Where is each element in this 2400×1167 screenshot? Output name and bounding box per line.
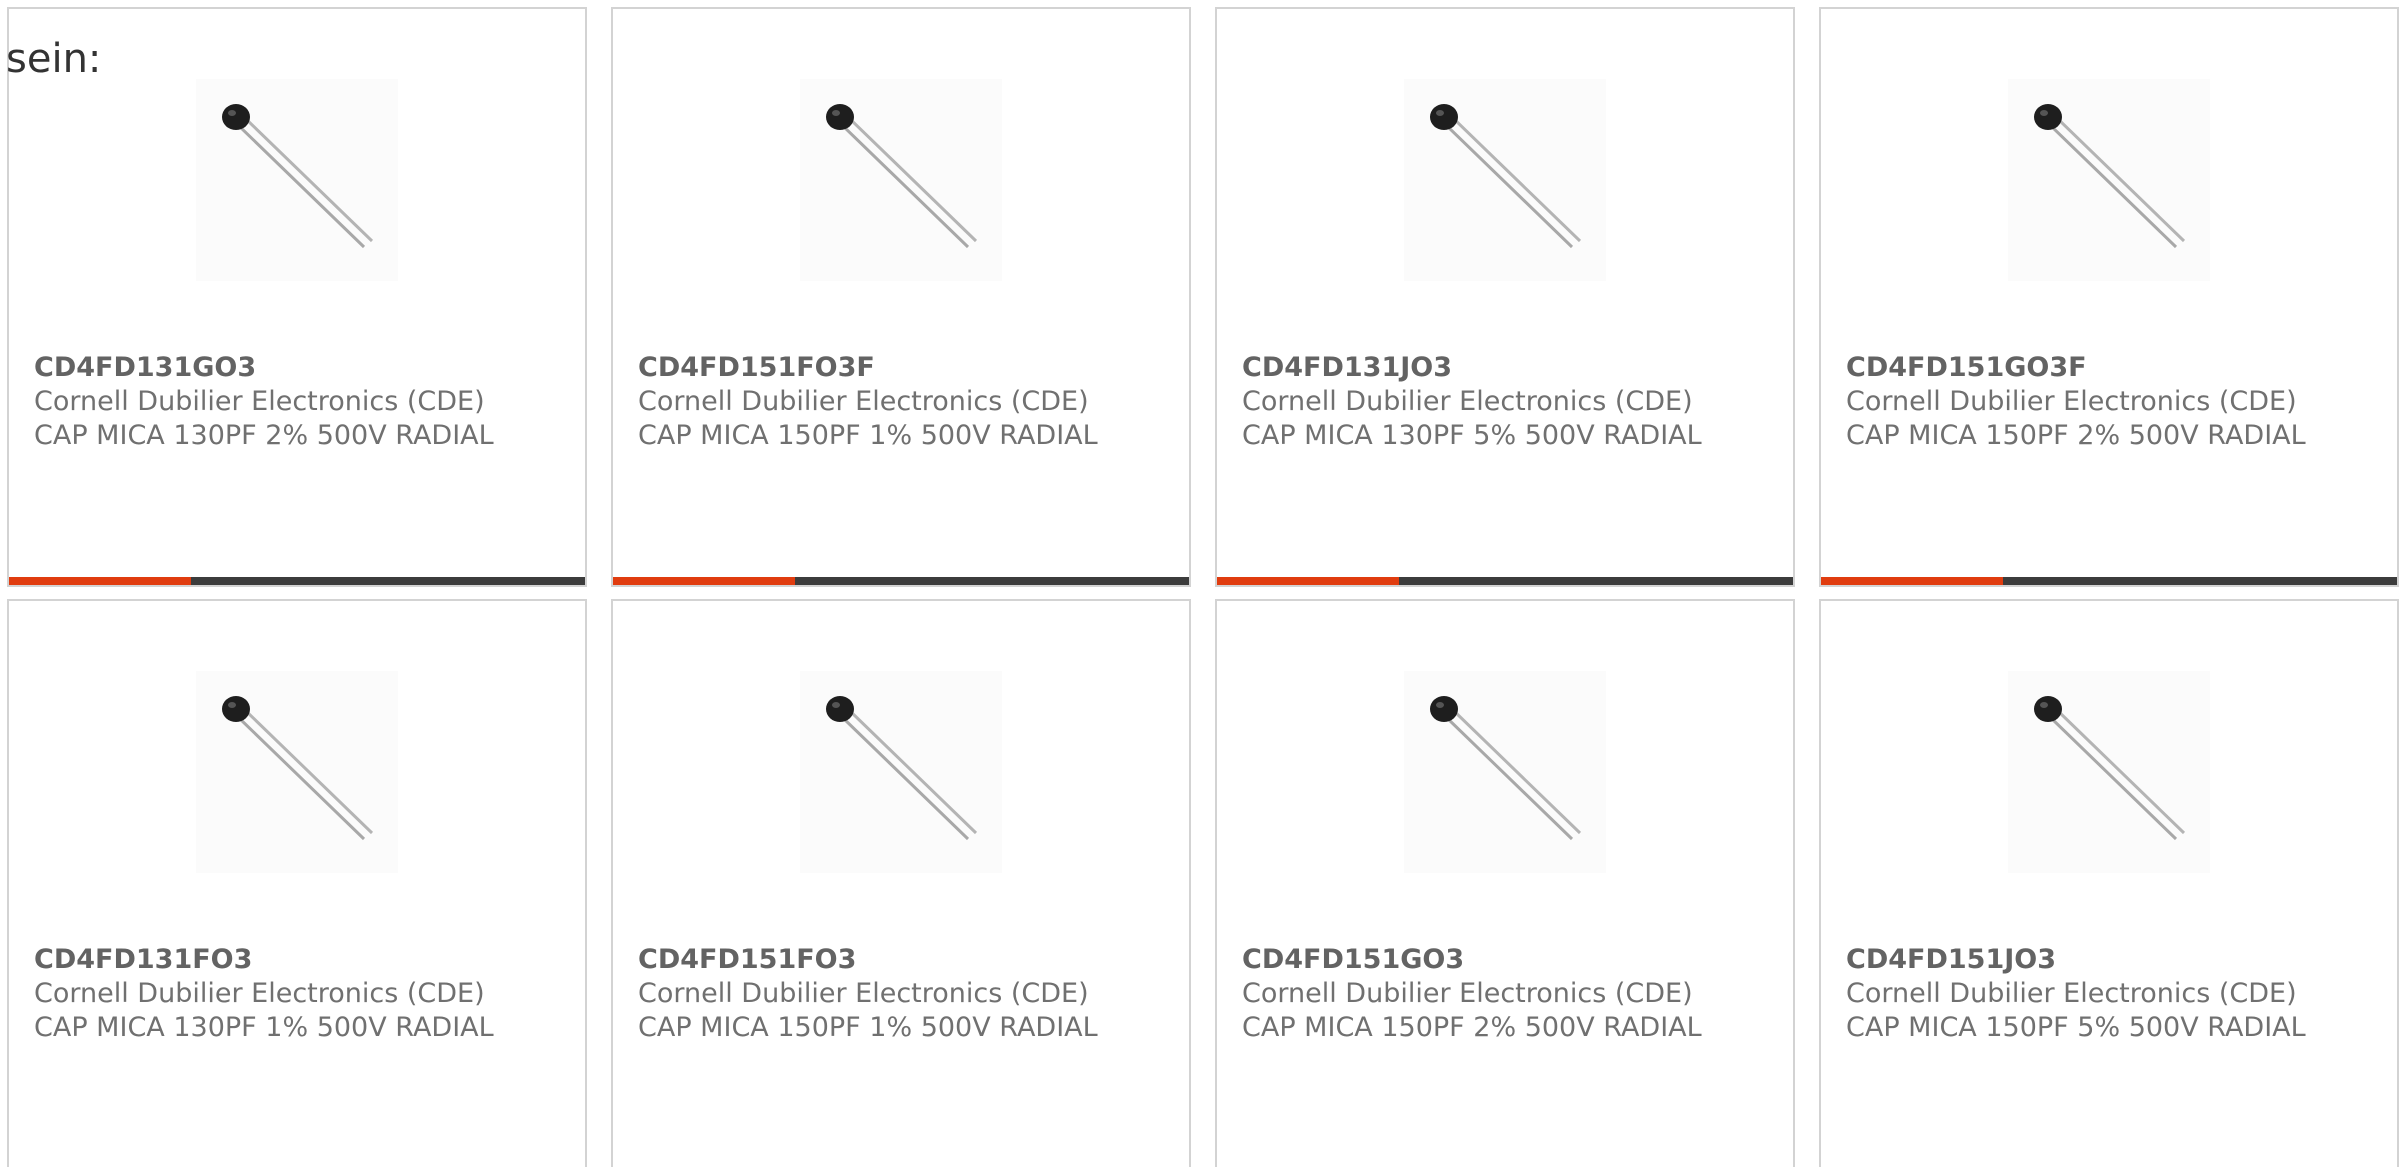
product-image[interactable] (1404, 671, 1606, 873)
product-card[interactable]: CD4FD151GO3F Cornell Dubilier Electronic… (1819, 7, 2399, 587)
manufacturer: Cornell Dubilier Electronics (CDE) (1846, 386, 2297, 417)
manufacturer: Cornell Dubilier Electronics (CDE) (638, 978, 1089, 1009)
product-card[interactable]: CD4FD151FO3 Cornell Dubilier Electronics… (611, 599, 1191, 1167)
manufacturer: Cornell Dubilier Electronics (CDE) (638, 386, 1089, 417)
part-number[interactable]: CD4FD151GO3 (1242, 943, 1762, 977)
part-number[interactable]: CD4FD151JO3 (1846, 943, 2366, 977)
radial-capacitor-icon (2034, 104, 2186, 249)
part-number[interactable]: CD4FD131FO3 (34, 943, 554, 977)
manufacturer: Cornell Dubilier Electronics (CDE) (1846, 978, 2297, 1009)
radial-capacitor-icon (826, 104, 978, 249)
description: CAP MICA 150PF 5% 500V RADIAL (1846, 1012, 2306, 1043)
intro-text: sein: (6, 36, 102, 82)
product-info: CD4FD131JO3 Cornell Dubilier Electronics… (1242, 351, 1762, 453)
description: CAP MICA 150PF 2% 500V RADIAL (1846, 420, 2306, 451)
card-bottom-bar (9, 577, 585, 585)
description: CAP MICA 150PF 1% 500V RADIAL (638, 420, 1098, 451)
product-info: CD4FD151GO3 Cornell Dubilier Electronics… (1242, 943, 1762, 1045)
card-accent-bar (1217, 577, 1399, 585)
product-info: CD4FD131FO3 Cornell Dubilier Electronics… (34, 943, 554, 1045)
part-number[interactable]: CD4FD151FO3F (638, 351, 1158, 385)
card-bottom-bar (1821, 577, 2397, 585)
product-image[interactable] (196, 79, 398, 281)
radial-capacitor-icon (1430, 696, 1582, 841)
card-bottom-bar (613, 577, 1189, 585)
description: CAP MICA 130PF 2% 500V RADIAL (34, 420, 494, 451)
radial-capacitor-icon (222, 696, 374, 841)
card-accent-bar (613, 577, 795, 585)
product-image[interactable] (196, 671, 398, 873)
description: CAP MICA 130PF 5% 500V RADIAL (1242, 420, 1702, 451)
description: CAP MICA 130PF 1% 500V RADIAL (34, 1012, 494, 1043)
page: sein: CD4FD131GO3 Cornell Dubilier Elect… (0, 0, 2400, 1167)
product-card[interactable]: CD4FD131GO3 Cornell Dubilier Electronics… (7, 7, 587, 587)
part-number[interactable]: CD4FD131GO3 (34, 351, 554, 385)
radial-capacitor-icon (222, 104, 374, 249)
product-info: CD4FD151JO3 Cornell Dubilier Electronics… (1846, 943, 2366, 1045)
manufacturer: Cornell Dubilier Electronics (CDE) (1242, 386, 1693, 417)
card-accent-bar (9, 577, 191, 585)
manufacturer: Cornell Dubilier Electronics (CDE) (1242, 978, 1693, 1009)
product-card[interactable]: CD4FD151JO3 Cornell Dubilier Electronics… (1819, 599, 2399, 1167)
product-info: CD4FD131GO3 Cornell Dubilier Electronics… (34, 351, 554, 453)
product-card[interactable]: CD4FD131JO3 Cornell Dubilier Electronics… (1215, 7, 1795, 587)
card-accent-bar (1821, 577, 2003, 585)
product-image[interactable] (2008, 79, 2210, 281)
product-grid: CD4FD131GO3 Cornell Dubilier Electronics… (7, 7, 2399, 1167)
part-number[interactable]: CD4FD151GO3F (1846, 351, 2366, 385)
product-card[interactable]: CD4FD151FO3F Cornell Dubilier Electronic… (611, 7, 1191, 587)
radial-capacitor-icon (2034, 696, 2186, 841)
part-number[interactable]: CD4FD131JO3 (1242, 351, 1762, 385)
manufacturer: Cornell Dubilier Electronics (CDE) (34, 386, 485, 417)
product-image[interactable] (800, 79, 1002, 281)
product-image[interactable] (1404, 79, 1606, 281)
description: CAP MICA 150PF 2% 500V RADIAL (1242, 1012, 1702, 1043)
radial-capacitor-icon (826, 696, 978, 841)
product-info: CD4FD151FO3F Cornell Dubilier Electronic… (638, 351, 1158, 453)
part-number[interactable]: CD4FD151FO3 (638, 943, 1158, 977)
radial-capacitor-icon (1430, 104, 1582, 249)
card-bottom-bar (1217, 577, 1793, 585)
product-info: CD4FD151FO3 Cornell Dubilier Electronics… (638, 943, 1158, 1045)
product-image[interactable] (2008, 671, 2210, 873)
product-card[interactable]: CD4FD151GO3 Cornell Dubilier Electronics… (1215, 599, 1795, 1167)
product-card[interactable]: CD4FD131FO3 Cornell Dubilier Electronics… (7, 599, 587, 1167)
product-image[interactable] (800, 671, 1002, 873)
description: CAP MICA 150PF 1% 500V RADIAL (638, 1012, 1098, 1043)
manufacturer: Cornell Dubilier Electronics (CDE) (34, 978, 485, 1009)
product-info: CD4FD151GO3F Cornell Dubilier Electronic… (1846, 351, 2366, 453)
